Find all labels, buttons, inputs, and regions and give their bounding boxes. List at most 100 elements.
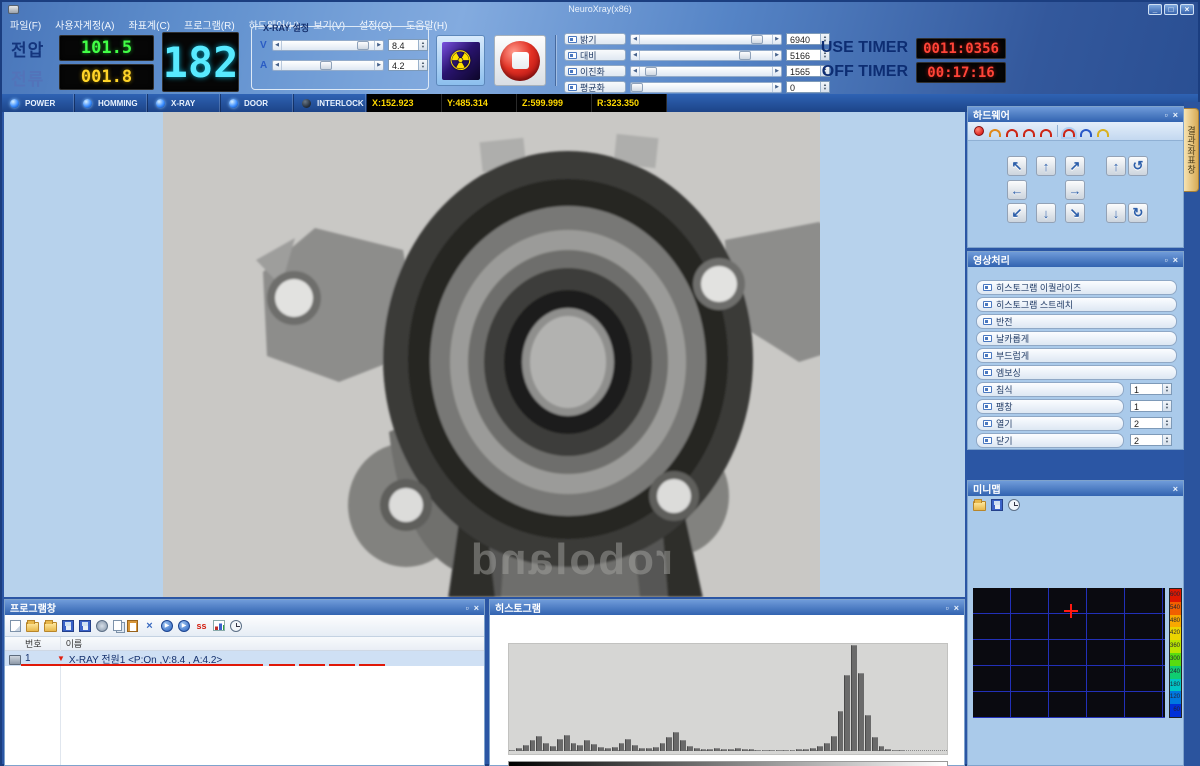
adjust-slider-2[interactable]: ◀▶ xyxy=(630,66,782,77)
slider-left-arrow[interactable]: ◀ xyxy=(631,35,640,44)
gauge-blue-icon[interactable] xyxy=(1080,129,1092,137)
adjust-spin-3[interactable]: 0▲▼ xyxy=(786,81,830,93)
adjust-slider-0[interactable]: ◀▶ xyxy=(630,34,782,45)
move-arrow-button-7[interactable]: ↘ xyxy=(1065,203,1085,223)
slider-right-arrow[interactable]: ▶ xyxy=(772,67,781,76)
spinner-arrows-icon[interactable]: ▲▼ xyxy=(1162,401,1171,411)
folder-icon[interactable] xyxy=(26,622,39,632)
move-arrow-button-0[interactable]: ↖ xyxy=(1007,156,1027,176)
xmark-icon[interactable]: × xyxy=(143,620,156,632)
ip-spin-0[interactable]: 1▲▼ xyxy=(1130,383,1172,395)
clock-icon[interactable] xyxy=(1008,499,1020,511)
spinner-arrows-icon[interactable]: ▲▼ xyxy=(1162,384,1171,394)
close-icon[interactable]: × xyxy=(954,603,959,613)
ip-spin-button-0[interactable]: 침식 xyxy=(976,382,1124,397)
slider-thumb[interactable] xyxy=(320,61,332,70)
adjust-slider-3[interactable]: ◀▶ xyxy=(630,82,782,93)
chart-icon[interactable] xyxy=(213,620,225,631)
save-icon[interactable] xyxy=(991,499,1003,511)
slider-thumb[interactable] xyxy=(739,51,751,60)
gauge-red-icon[interactable] xyxy=(1040,129,1052,137)
menu-item-1[interactable]: 사용자계정(A) xyxy=(55,17,114,32)
slider-left-arrow[interactable]: ◀ xyxy=(273,61,282,70)
paste-icon[interactable] xyxy=(127,620,138,632)
page-icon[interactable] xyxy=(10,620,21,632)
move-arrow-button-2[interactable]: ↗ xyxy=(1065,156,1085,176)
move-arrow-button-1[interactable]: ↑ xyxy=(1036,156,1056,176)
close-icon[interactable]: × xyxy=(1173,110,1178,120)
slider-left-arrow[interactable]: ◀ xyxy=(273,41,282,50)
spinner-arrows-icon[interactable]: ▲▼ xyxy=(418,60,427,70)
aux-arrow-button-0[interactable]: ↑ xyxy=(1106,156,1126,176)
spinner-arrows-icon[interactable]: ▲▼ xyxy=(1162,435,1171,445)
image-viewport[interactable]: roboland xyxy=(4,112,965,597)
close-icon[interactable]: × xyxy=(474,603,479,613)
aux-arrow-button-3[interactable]: ↻ xyxy=(1128,203,1148,223)
pin-icon[interactable]: ▫ xyxy=(466,603,469,613)
ip-spin-3[interactable]: 2▲▼ xyxy=(1130,434,1172,446)
sep-icon[interactable] xyxy=(1057,125,1058,137)
spinner-arrows-icon[interactable]: ▲▼ xyxy=(1162,418,1171,428)
side-tab-results[interactable]: 결과/좌표창 xyxy=(1184,108,1199,192)
adjust-slider-1[interactable]: ◀▶ xyxy=(630,50,782,61)
minimize-button[interactable]: _ xyxy=(1148,4,1162,15)
xray-stop-button[interactable] xyxy=(494,35,546,86)
adjust-label-button-1[interactable]: 대비 xyxy=(564,49,626,61)
gauge-red-icon[interactable] xyxy=(1006,129,1018,137)
menu-item-3[interactable]: 프로그램(R) xyxy=(184,17,235,32)
ss-icon[interactable]: ss xyxy=(195,620,208,632)
minimap-grid[interactable] xyxy=(973,588,1165,718)
close-icon[interactable]: × xyxy=(1173,255,1178,265)
ip-spin-button-3[interactable]: 닫기 xyxy=(976,433,1124,448)
slider-left-arrow[interactable]: ◀ xyxy=(631,51,640,60)
slider-thumb[interactable] xyxy=(631,83,643,92)
adjust-label-button-3[interactable]: 평균화 xyxy=(564,81,626,93)
save-icon[interactable] xyxy=(62,620,74,632)
xray-slider-A[interactable]: ◀▶ xyxy=(272,60,384,71)
xray-slider-V[interactable]: ◀▶ xyxy=(272,40,384,51)
slider-thumb[interactable] xyxy=(357,41,369,50)
tool-icon[interactable] xyxy=(96,620,108,632)
close-button[interactable]: × xyxy=(1180,4,1194,15)
ip-button-1[interactable]: 히스토그램 스트레치 xyxy=(976,297,1177,312)
ip-button-0[interactable]: 히스토그램 이퀄라이즈 xyxy=(976,280,1177,295)
xray-on-button[interactable]: ☢ xyxy=(436,35,485,86)
slider-right-arrow[interactable]: ▶ xyxy=(772,83,781,92)
adjust-label-button-2[interactable]: 이진화 xyxy=(564,65,626,77)
spinner-arrows-icon[interactable]: ▲▼ xyxy=(418,40,427,50)
gauge-red-icon[interactable] xyxy=(1023,129,1035,137)
xray-spin-A[interactable]: 4.2▲▼ xyxy=(388,59,428,71)
folder-icon[interactable] xyxy=(973,501,986,511)
pin-icon[interactable]: ▫ xyxy=(946,603,949,613)
aux-arrow-button-1[interactable]: ↺ xyxy=(1128,156,1148,176)
restore-button[interactable]: □ xyxy=(1164,4,1178,15)
xray-spin-V[interactable]: 8.4▲▼ xyxy=(388,39,428,51)
slider-thumb[interactable] xyxy=(751,35,763,44)
menu-item-0[interactable]: 파일(F) xyxy=(10,17,41,32)
gauge-red-sel-icon[interactable] xyxy=(1063,129,1075,137)
ip-spin-1[interactable]: 1▲▼ xyxy=(1130,400,1172,412)
menu-item-2[interactable]: 좌표계(C) xyxy=(129,17,170,32)
adjust-label-button-0[interactable]: 밝기 xyxy=(564,33,626,45)
play-icon[interactable]: ▶ xyxy=(161,620,173,632)
pin-icon[interactable]: ▫ xyxy=(1165,255,1168,265)
ip-spin-2[interactable]: 2▲▼ xyxy=(1130,417,1172,429)
clock-icon[interactable] xyxy=(230,620,242,632)
aux-arrow-button-2[interactable]: ↓ xyxy=(1106,203,1126,223)
title-bar[interactable]: NeuroXray(x86) _ □ × xyxy=(2,2,1198,16)
ip-spin-button-2[interactable]: 열기 xyxy=(976,416,1124,431)
copy-icon[interactable] xyxy=(113,620,122,631)
slider-right-arrow[interactable]: ▶ xyxy=(772,51,781,60)
save-icon[interactable] xyxy=(79,620,91,632)
folder-icon[interactable] xyxy=(44,622,57,632)
pin-icon[interactable]: ▫ xyxy=(1165,110,1168,120)
slider-left-arrow[interactable]: ◀ xyxy=(631,67,640,76)
gauge-yellow-icon[interactable] xyxy=(1097,129,1109,137)
move-arrow-button-6[interactable]: ↓ xyxy=(1036,203,1056,223)
ip-button-5[interactable]: 엠보싱 xyxy=(976,365,1177,380)
ip-spin-button-1[interactable]: 팽창 xyxy=(976,399,1124,414)
move-arrow-button-5[interactable]: ↙ xyxy=(1007,203,1027,223)
ip-button-2[interactable]: 반전 xyxy=(976,314,1177,329)
record-dot-icon[interactable] xyxy=(974,126,984,136)
gauge-orange-icon[interactable] xyxy=(989,129,1001,137)
